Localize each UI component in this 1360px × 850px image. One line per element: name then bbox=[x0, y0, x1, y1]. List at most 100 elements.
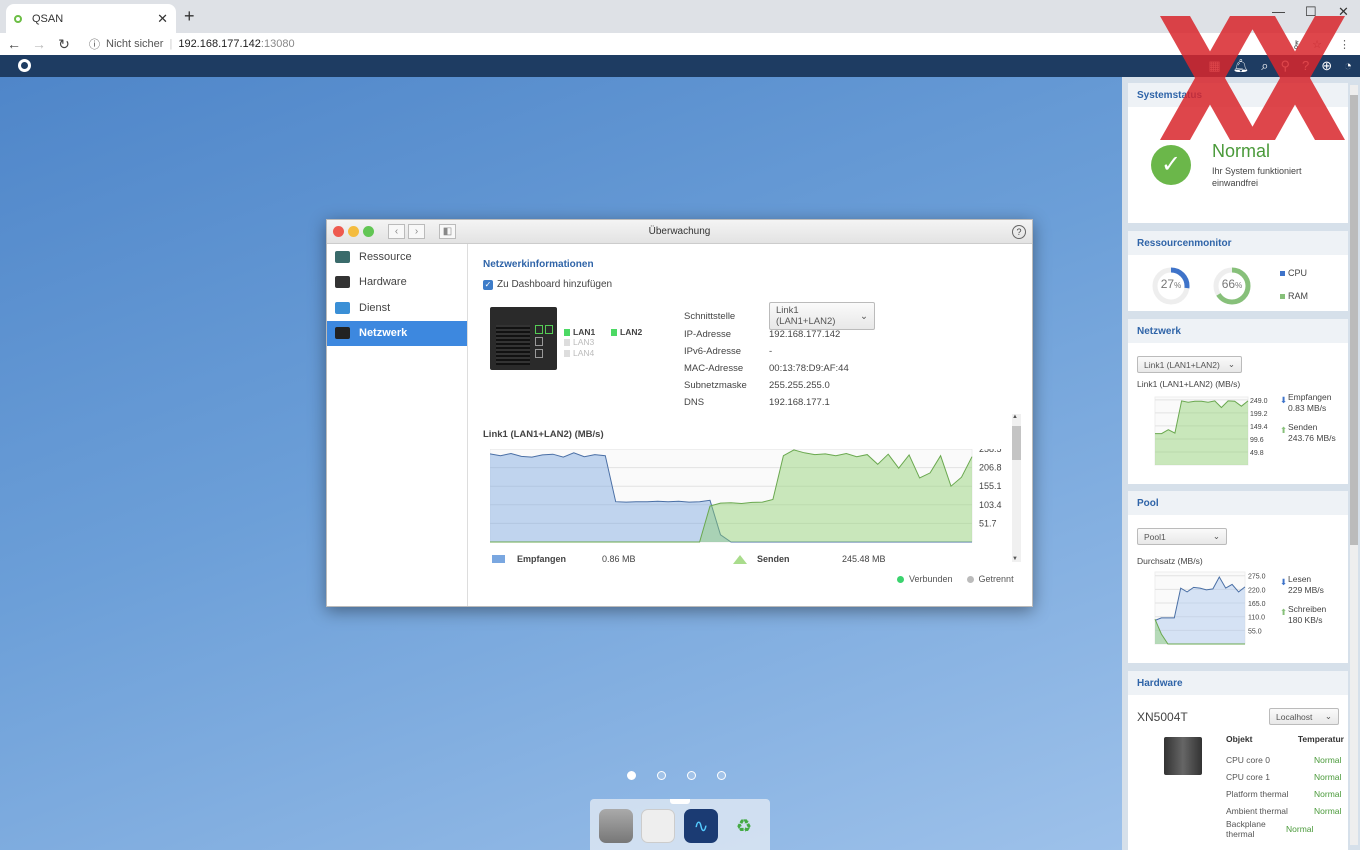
ram-legend: RAM bbox=[1280, 291, 1308, 301]
y-tick-label: 99.6 bbox=[1250, 437, 1264, 444]
reload-icon[interactable]: ↻ bbox=[53, 36, 75, 53]
sidebar: Ressource Hardware Dienst Netzwerk bbox=[327, 244, 468, 606]
table-row: Backplane thermal Normal bbox=[1226, 819, 1314, 839]
device-rear-image bbox=[490, 307, 557, 370]
page-indicator-dot[interactable] bbox=[717, 771, 726, 780]
help-button[interactable]: ? bbox=[1012, 225, 1026, 239]
address-bar: ← → ↻ ⓘ Nicht sicher | 192.168.177.142:13… bbox=[0, 33, 1360, 55]
pool-select[interactable]: Pool1 ⌄ bbox=[1137, 528, 1227, 545]
chart-caption: Durchsatz (MB/s) bbox=[1137, 556, 1203, 566]
checkbox-checked-icon[interactable]: ✓ bbox=[483, 279, 493, 290]
check-icon: ✓ bbox=[1151, 145, 1191, 185]
table-row: Platform thermal Normal bbox=[1226, 788, 1342, 799]
info-value: 255.255.255.0 bbox=[769, 380, 830, 391]
sidebar-item-ressource[interactable]: Ressource bbox=[327, 244, 467, 270]
info-row: IPv6-Adresse - bbox=[684, 343, 875, 360]
device-model: XN5004T bbox=[1137, 710, 1188, 724]
sidebar-item-label: Hardware bbox=[359, 276, 407, 289]
lan-status-icon bbox=[564, 338, 570, 346]
y-tick-label: 258.5 bbox=[979, 449, 1002, 454]
pool-card: Pool Pool1 ⌄ Durchsatz (MB/s) 275.0 220.0 1… bbox=[1128, 491, 1348, 663]
host-select[interactable]: Localhost ⌄ bbox=[1269, 708, 1339, 725]
window-title: Überwachung bbox=[648, 226, 711, 237]
close-tab-icon[interactable]: ✕ bbox=[157, 11, 168, 27]
monitoring-window: ‹ › ◧ Überwachung ? Ressource Hardware Die… bbox=[326, 219, 1033, 607]
hardware-icon bbox=[335, 276, 350, 289]
table-row: CPU core 1 Normal bbox=[1226, 771, 1342, 782]
sidebar-item-netzwerk[interactable]: Netzwerk bbox=[327, 320, 467, 346]
network-interface-select[interactable]: Link1 (LAN1+LAN2) ⌄ bbox=[1137, 356, 1242, 373]
page-indicator-dot[interactable] bbox=[657, 771, 666, 780]
y-tick-label: 275.0 bbox=[1248, 574, 1266, 581]
chart-scrollbar[interactable]: ▲ ▼ bbox=[1012, 414, 1021, 562]
table-row: CPU core 0 Normal bbox=[1226, 754, 1342, 765]
y-tick-label: 49.8 bbox=[1250, 450, 1264, 457]
table-header: Objekt Temperatur bbox=[1226, 734, 1344, 744]
qsan-logo-icon[interactable] bbox=[18, 59, 31, 72]
dashboard-icon[interactable]: ◔ bbox=[1344, 58, 1352, 74]
ram-percent: 66% bbox=[1221, 277, 1243, 291]
info-value: 192.168.177.142 bbox=[769, 329, 841, 340]
info-value: 00:13:78:D9:AF:44 bbox=[769, 363, 849, 374]
info-row: Subnetzmaske 255.255.255.0 bbox=[684, 377, 875, 394]
dock: ∿ ♻ bbox=[590, 799, 770, 850]
info-row: DNS 192.168.177.1 bbox=[684, 394, 875, 411]
info-value: 192.168.177.1 bbox=[769, 397, 830, 408]
network-card: Netzwerk Link1 (LAN1+LAN2) ⌄ Link1 (LAN1+… bbox=[1128, 319, 1348, 484]
page-indicator-dot[interactable] bbox=[687, 771, 696, 780]
dashboard-checkbox[interactable]: ✓ Zu Dashboard hinzufügen bbox=[483, 279, 612, 290]
info-label: IPv6-Adresse bbox=[684, 346, 742, 357]
info-label: MAC-Adresse bbox=[684, 363, 744, 374]
network-throughput-chart: 258.5 206.8 155.1 103.4 51.7 bbox=[490, 449, 1002, 543]
read-stat: ⬇ Lesen 229 MB/s bbox=[1280, 574, 1324, 595]
network-mini-chart: 249.0 199.2 149.4 99.6 49.8 bbox=[1154, 396, 1268, 466]
app-grid-icon[interactable] bbox=[641, 809, 675, 843]
back-icon[interactable]: ← bbox=[3, 36, 25, 52]
sidebar-item-label: Dienst bbox=[359, 301, 391, 314]
info-label: Schnittstelle bbox=[684, 310, 736, 322]
info-icon[interactable]: ⓘ bbox=[89, 36, 100, 52]
minimize-dot-icon[interactable] bbox=[348, 226, 359, 237]
y-tick-label: 206.8 bbox=[979, 463, 1002, 473]
legend-receive: Empfangen 0.86 MB bbox=[492, 554, 636, 564]
window-titlebar[interactable]: ‹ › ◧ Überwachung ? bbox=[327, 220, 1032, 244]
lan-port-3: LAN3 bbox=[564, 337, 594, 347]
y-tick-label: 55.0 bbox=[1248, 628, 1262, 635]
recycle-bin-icon[interactable]: ♻ bbox=[727, 809, 761, 843]
url-port: :13080 bbox=[260, 38, 295, 50]
network-panel: Netzwerkinformationen ✓ Zu Dashboard hinz… bbox=[482, 244, 1032, 606]
sidebar-item-hardware[interactable]: Hardware bbox=[327, 270, 467, 296]
interface-select[interactable]: Link1 (LAN1+LAN2) ⌄ bbox=[769, 302, 875, 330]
sidebar-item-dienst[interactable]: Dienst bbox=[327, 295, 467, 321]
monitoring-app-icon[interactable]: ∿ bbox=[684, 809, 718, 843]
browser-tab[interactable]: QSAN ✕ bbox=[6, 4, 176, 33]
url-host: 192.168.177.142 bbox=[178, 38, 261, 50]
sidebar-item-label: Ressource bbox=[359, 250, 412, 263]
write-stat: ⬆ Schreiben 180 KB/s bbox=[1280, 604, 1327, 625]
close-dot-icon[interactable] bbox=[333, 226, 344, 237]
info-label: IP-Adresse bbox=[684, 329, 731, 340]
y-tick-label: 51.7 bbox=[979, 518, 997, 528]
hardware-card: Hardware XN5004T Localhost ⌄ Objekt Temper… bbox=[1128, 671, 1348, 850]
nas-device-image bbox=[1164, 737, 1202, 775]
lan-status-icon bbox=[564, 349, 570, 357]
netzwerk-icon bbox=[335, 327, 350, 340]
sidebar-toggle-button[interactable]: ◧ bbox=[439, 224, 456, 239]
sidebar-item-label: Netzwerk bbox=[359, 327, 408, 340]
panel-scrollbar[interactable] bbox=[1350, 85, 1358, 845]
forward-button[interactable]: › bbox=[408, 224, 425, 239]
section-heading: Netzwerkinformationen bbox=[483, 259, 594, 270]
page-indicator-dot[interactable] bbox=[627, 771, 636, 780]
storage-manager-icon[interactable] bbox=[599, 809, 633, 843]
card-title: Pool bbox=[1128, 491, 1348, 515]
maximize-dot-icon[interactable] bbox=[363, 226, 374, 237]
new-tab-button[interactable]: + bbox=[184, 6, 195, 27]
back-button[interactable]: ‹ bbox=[388, 224, 405, 239]
forward-icon[interactable]: → bbox=[28, 36, 50, 52]
url-field[interactable]: ⓘ Nicht sicher | 192.168.177.142:13080 bbox=[89, 36, 295, 52]
info-row: MAC-Adresse 00:13:78:D9:AF:44 bbox=[684, 360, 875, 377]
card-title: Netzwerk bbox=[1128, 319, 1348, 343]
y-tick-label: 220.0 bbox=[1248, 587, 1266, 594]
network-info-table: Schnittstelle Link1 (LAN1+LAN2) ⌄ IP-Adress… bbox=[684, 302, 875, 411]
y-tick-label: 165.0 bbox=[1248, 601, 1266, 608]
